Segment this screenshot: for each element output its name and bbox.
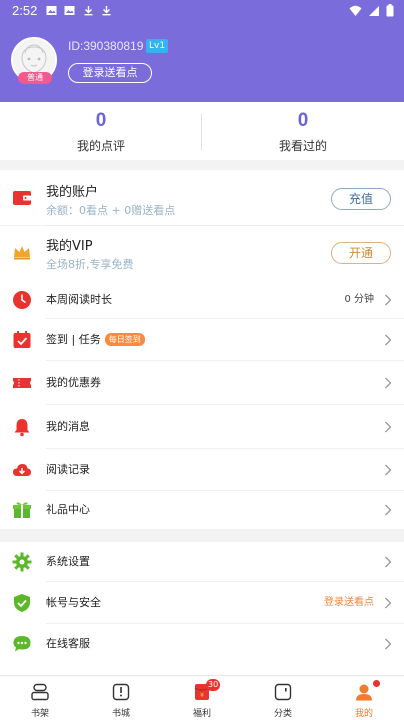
chevron-right-icon xyxy=(385,556,392,568)
account-security-row[interactable]: 帐号与安全 登录送看点 xyxy=(0,582,404,624)
tab-mine[interactable]: 我的 xyxy=(324,676,404,720)
chevron-right-icon xyxy=(385,464,392,476)
crown-icon xyxy=(14,246,30,260)
tab-bookshelf-label: 书架 xyxy=(30,709,49,719)
signal-icon xyxy=(369,5,379,16)
vip-desc: 全场8折,专享免费 xyxy=(46,258,134,271)
tab-bookstore-label: 书城 xyxy=(111,709,130,719)
bookshelf-icon xyxy=(31,683,49,701)
wallet-icon xyxy=(13,191,31,205)
daily-checkin-tag: 每日签到 xyxy=(104,333,145,346)
category-icon xyxy=(274,683,292,701)
chevron-right-icon xyxy=(385,597,392,609)
calendar-check-icon xyxy=(13,331,31,348)
tab-bookshelf[interactable]: 书架 xyxy=(0,676,80,720)
cloud-download-icon xyxy=(13,464,31,476)
checkin-task-row[interactable]: 签到 | 任务 每日签到 xyxy=(0,319,404,361)
profile-header: 2:52 普通 ID:390380819 Lv1 登录送看点 xyxy=(0,0,404,102)
stats-bar: 0 我的点评 0 我看过的 xyxy=(0,102,404,160)
gift-center-label: 礼品中心 xyxy=(46,503,90,516)
chevron-right-icon xyxy=(385,638,392,649)
tab-category[interactable]: 分类 xyxy=(243,676,323,720)
welfare-badge: 30 xyxy=(206,679,221,691)
chevron-right-icon xyxy=(385,334,392,346)
system-settings-row[interactable]: 系统设置 xyxy=(0,542,404,582)
reviews-label: 我的点评 xyxy=(76,139,125,153)
reviews-stat[interactable]: 0 我的点评 xyxy=(0,102,202,160)
shield-check-icon xyxy=(14,594,30,612)
online-support-label: 在线客服 xyxy=(46,636,90,650)
tab-welfare-label: 福利 xyxy=(192,709,211,719)
reading-history-label: 阅读记录 xyxy=(46,463,90,476)
gear-icon xyxy=(12,552,32,572)
mine-notification-dot xyxy=(373,680,380,687)
chevron-right-icon xyxy=(385,377,392,389)
messages-row[interactable]: 我的消息 xyxy=(0,405,404,449)
gift-center-row[interactable]: 礼品中心 xyxy=(0,491,404,529)
online-support-row[interactable]: 在线客服 xyxy=(0,624,404,675)
bottom-navigation: 书架 书城 ¥ 30 福利 分类 我的 xyxy=(0,675,404,720)
chevron-right-icon xyxy=(385,294,392,306)
account-card[interactable]: 我的账户 余额：0看点 + 0赠送看点 充值 xyxy=(0,170,404,225)
login-reward-link: 登录送看点 xyxy=(324,597,374,608)
reading-time-row[interactable]: 本周阅读时长 0 分钟 xyxy=(0,281,404,319)
recharge-button[interactable]: 充值 xyxy=(331,188,391,210)
status-bar: 2:52 xyxy=(0,0,404,22)
user-profile-icon xyxy=(356,684,372,701)
tab-category-label: 分类 xyxy=(273,709,292,719)
coupon-icon xyxy=(13,378,31,388)
svg-text:¥: ¥ xyxy=(200,692,204,699)
tab-welfare[interactable]: ¥ 30 福利 xyxy=(162,676,242,720)
reading-time-value: 0 分钟 xyxy=(344,294,374,305)
chevron-right-icon xyxy=(385,421,392,433)
coupons-label: 我的优惠券 xyxy=(46,376,101,389)
checkin-task-label: 签到 | 任务 xyxy=(46,333,101,346)
chat-bubble-icon xyxy=(13,635,31,651)
account-title: 我的账户 xyxy=(46,185,99,200)
bookstore-icon xyxy=(112,683,130,701)
level-badge: Lv1 xyxy=(146,39,169,53)
reviews-count: 0 xyxy=(95,110,107,131)
coupons-row[interactable]: 我的优惠券 xyxy=(0,361,404,405)
system-settings-label: 系统设置 xyxy=(46,555,90,568)
tab-mine-label: 我的 xyxy=(354,709,373,719)
vip-title: 我的VIP xyxy=(46,239,93,254)
chevron-right-icon xyxy=(385,504,392,516)
battery-icon xyxy=(386,4,394,17)
history-stat[interactable]: 0 我看过的 xyxy=(202,102,404,160)
account-security-label: 帐号与安全 xyxy=(46,596,101,609)
download-icon xyxy=(84,6,93,16)
wifi-icon xyxy=(349,5,362,16)
tab-bookstore[interactable]: 书城 xyxy=(81,676,161,720)
messages-label: 我的消息 xyxy=(46,420,90,433)
history-label: 我看过的 xyxy=(278,139,327,153)
login-reward-button[interactable]: 登录送看点 xyxy=(68,63,152,83)
gift-icon xyxy=(13,502,31,518)
checkin-task-label-wrap: 签到 | 任务 每日签到 xyxy=(46,332,145,348)
user-id: ID:390380819 xyxy=(68,39,144,53)
reading-history-row[interactable]: 阅读记录 xyxy=(0,449,404,491)
bell-icon xyxy=(14,419,30,437)
image-notification-icon-2 xyxy=(64,6,75,15)
download-icon-2 xyxy=(102,6,111,16)
avatar-level-badge: 普通 xyxy=(18,72,52,84)
history-count: 0 xyxy=(297,110,309,131)
status-time: 2:52 xyxy=(12,3,38,18)
vip-open-button[interactable]: 开通 xyxy=(331,242,391,264)
clock-icon xyxy=(13,291,31,309)
vip-card[interactable]: 我的VIP 全场8折,专享免费 开通 xyxy=(0,226,404,281)
account-balance: 余额：0看点 + 0赠送看点 xyxy=(46,204,176,217)
reading-time-label: 本周阅读时长 xyxy=(46,293,112,306)
image-notification-icon xyxy=(46,6,57,15)
